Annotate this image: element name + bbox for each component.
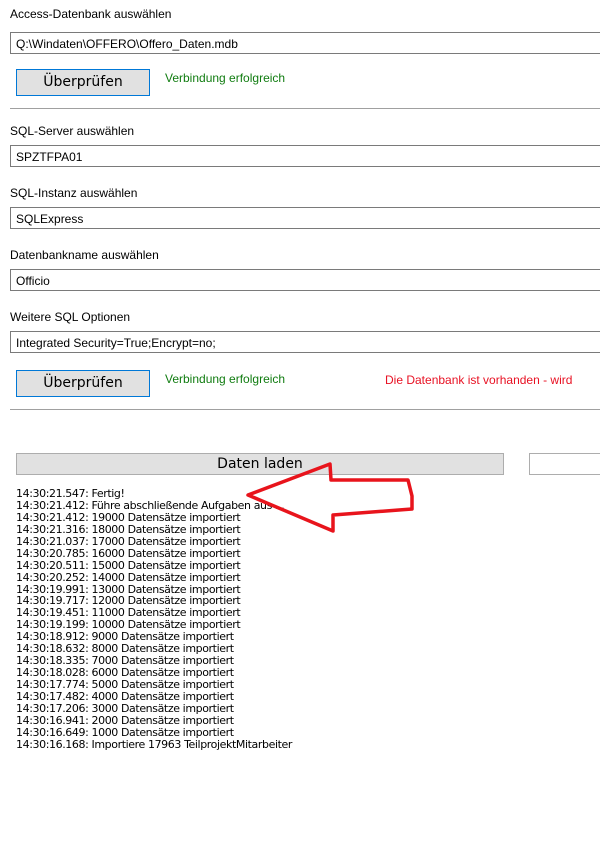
- annotation-arrow-icon: [246, 462, 414, 533]
- annotation-arrow-shape: [246, 462, 414, 533]
